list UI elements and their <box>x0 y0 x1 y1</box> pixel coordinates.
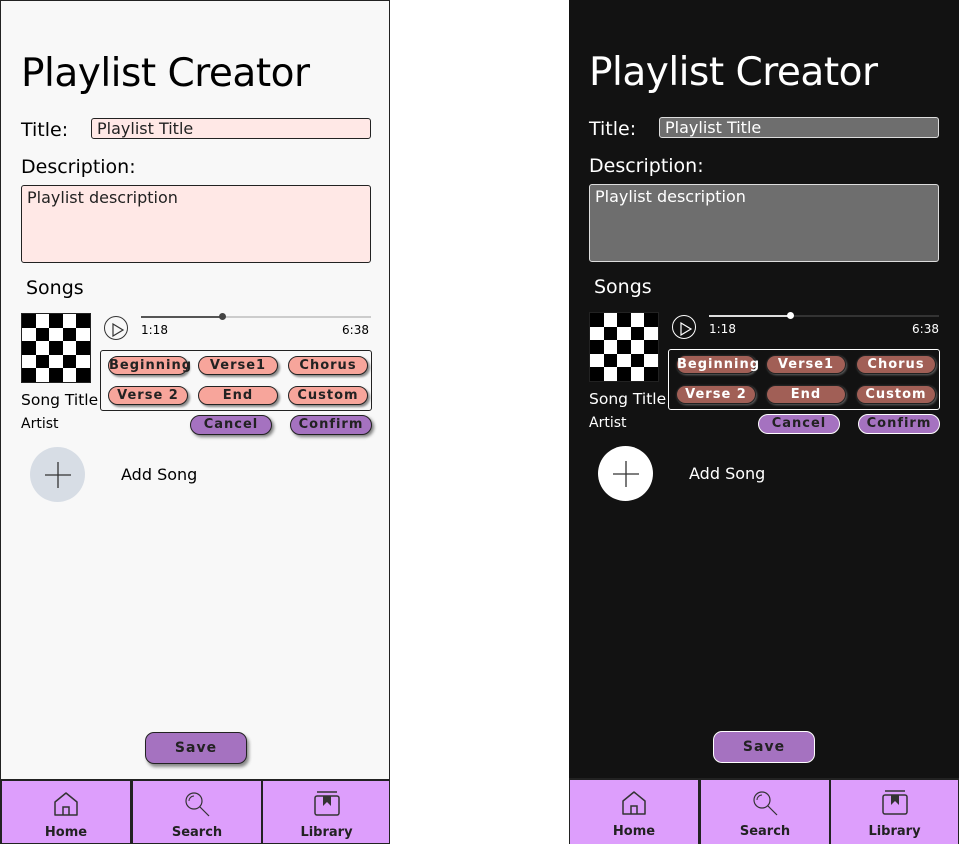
section-selector: Beginning Verse1 Chorus Verse 2 End Cust… <box>668 349 940 410</box>
play-button[interactable] <box>672 315 696 339</box>
title-input[interactable]: Playlist Title <box>659 117 939 138</box>
section-chip-chorus[interactable]: Chorus <box>288 356 368 375</box>
section-selector: Beginning Verse1 Chorus Verse 2 End Cust… <box>100 350 372 411</box>
total-time: 6:38 <box>342 323 369 337</box>
nav-home[interactable]: Home <box>570 780 698 844</box>
current-time: 1:18 <box>709 322 736 336</box>
home-icon <box>622 791 646 815</box>
section-chip-verse1[interactable]: Verse1 <box>766 355 846 374</box>
add-song-button[interactable] <box>598 446 653 501</box>
progress-fill <box>709 315 790 317</box>
section-chip-verse2[interactable]: Verse 2 <box>676 385 756 404</box>
library-icon <box>881 790 908 815</box>
song-artist: Artist <box>589 415 627 431</box>
nav-search[interactable]: Search <box>133 781 261 843</box>
total-time: 6:38 <box>912 322 939 336</box>
section-chip-chorus[interactable]: Chorus <box>856 355 936 374</box>
song-title: Song Title <box>589 390 667 408</box>
bottom-nav: Home Search Library <box>1 779 389 843</box>
section-chip-verse2[interactable]: Verse 2 <box>108 386 188 405</box>
search-icon <box>753 791 778 816</box>
section-chip-end[interactable]: End <box>198 386 278 405</box>
add-song-button[interactable] <box>30 447 85 502</box>
library-icon <box>313 791 340 816</box>
section-chip-verse1[interactable]: Verse1 <box>198 356 278 375</box>
add-song-label: Add Song <box>121 465 198 484</box>
description-input[interactable]: Playlist description <box>589 184 939 262</box>
songs-heading: Songs <box>594 276 652 298</box>
section-chip-beginning[interactable]: Beginning <box>108 356 191 375</box>
plus-icon <box>612 460 639 487</box>
nav-search-label: Search <box>171 825 223 840</box>
album-cover <box>21 313 91 383</box>
nav-home-label: Home <box>612 824 656 839</box>
progress-track[interactable] <box>141 313 371 320</box>
description-label: Description: <box>21 156 136 178</box>
dark-screen: Playlist Creator Title: Playlist Title D… <box>569 0 959 844</box>
songs-heading: Songs <box>26 277 84 299</box>
bottom-nav: Home Search Library <box>569 778 959 844</box>
search-icon <box>185 792 210 817</box>
confirm-button[interactable]: Confirm <box>858 414 940 434</box>
section-chip-custom[interactable]: Custom <box>288 386 368 405</box>
save-button[interactable]: Save <box>713 731 815 763</box>
progress-track[interactable] <box>709 312 939 319</box>
nav-library[interactable]: Library <box>263 781 389 843</box>
nav-library-label: Library <box>868 824 921 839</box>
title-input[interactable]: Playlist Title <box>91 118 371 139</box>
plus-icon <box>44 461 71 488</box>
description-label: Description: <box>589 155 704 177</box>
nav-home-label: Home <box>44 825 88 840</box>
album-cover <box>589 312 659 382</box>
page-title: Playlist Creator <box>589 50 878 95</box>
title-label: Title: <box>589 118 637 140</box>
title-label: Title: <box>21 119 69 141</box>
song-artist: Artist <box>21 416 59 432</box>
home-icon <box>54 792 78 816</box>
play-icon <box>680 322 693 336</box>
section-chip-end[interactable]: End <box>766 385 846 404</box>
section-chip-beginning[interactable]: Beginning <box>676 355 759 374</box>
cancel-button[interactable]: Cancel <box>758 414 840 434</box>
cancel-button[interactable]: Cancel <box>190 415 272 435</box>
light-screen: Playlist Creator Title: Playlist Title D… <box>0 0 390 844</box>
song-title: Song Title <box>21 391 99 409</box>
progress-knob[interactable] <box>218 313 226 320</box>
section-chip-custom[interactable]: Custom <box>856 385 936 404</box>
confirm-button[interactable]: Confirm <box>290 415 372 435</box>
nav-library[interactable]: Library <box>831 780 958 844</box>
page-title: Playlist Creator <box>21 51 310 96</box>
nav-home[interactable]: Home <box>2 781 130 843</box>
save-button[interactable]: Save <box>145 732 247 764</box>
current-time: 1:18 <box>141 323 168 337</box>
description-input[interactable]: Playlist description <box>21 185 371 263</box>
progress-fill <box>141 316 222 318</box>
nav-search-label: Search <box>739 824 791 839</box>
progress-knob[interactable] <box>786 312 794 319</box>
nav-search[interactable]: Search <box>701 780 829 844</box>
nav-library-label: Library <box>300 825 353 840</box>
play-button[interactable] <box>104 316 128 340</box>
play-icon <box>112 323 125 337</box>
add-song-label: Add Song <box>689 464 766 483</box>
